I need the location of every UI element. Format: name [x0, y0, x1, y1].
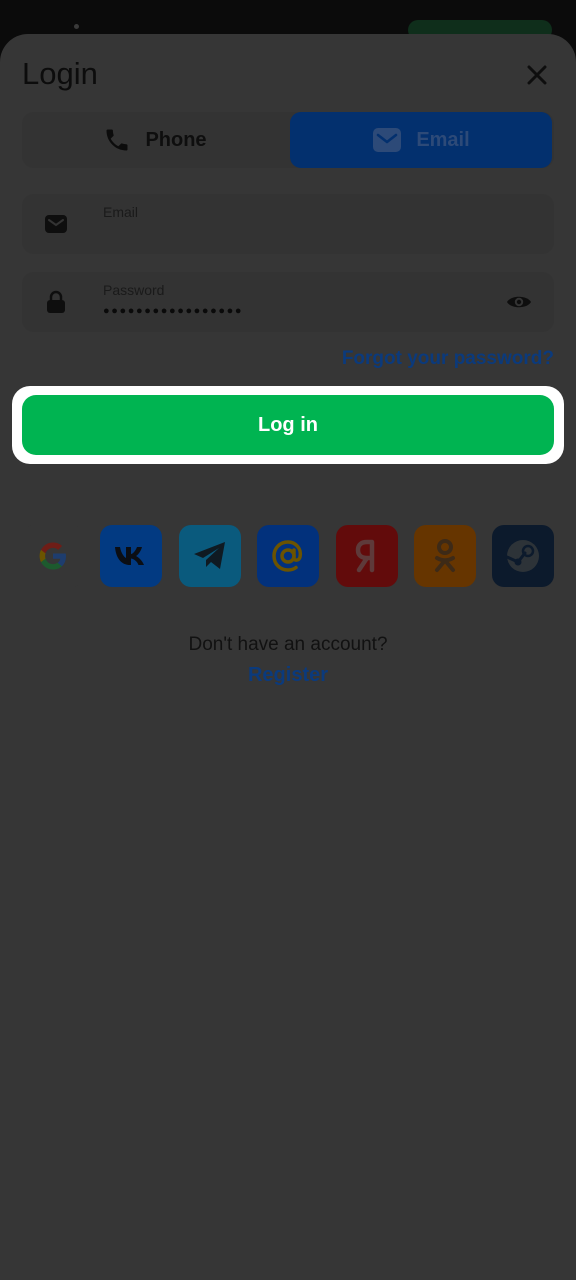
close-button[interactable] — [520, 58, 554, 92]
mailru-at-icon — [272, 540, 303, 572]
forgot-password-link[interactable]: Forgot your password? — [342, 348, 554, 370]
password-field[interactable]: Password ●●●●●●●●●●●●●●●●● — [22, 272, 554, 332]
lock-icon — [44, 290, 68, 314]
telegram-login-button[interactable] — [179, 525, 241, 587]
steam-login-button[interactable] — [492, 525, 554, 587]
close-icon — [527, 65, 547, 85]
yandex-login-button[interactable] — [336, 525, 398, 587]
social-login-row — [22, 525, 554, 587]
phone-icon — [106, 129, 128, 151]
vk-icon — [115, 547, 144, 565]
odnoklassniki-icon — [435, 539, 455, 572]
register-link[interactable]: Register — [0, 664, 576, 687]
tab-email[interactable]: Email — [290, 112, 552, 168]
odnoklassniki-login-button[interactable] — [414, 525, 476, 587]
eye-icon — [507, 296, 531, 308]
mail-icon — [373, 128, 402, 152]
yandex-icon — [355, 539, 375, 573]
vk-login-button[interactable] — [100, 525, 162, 587]
tab-email-label: Email — [416, 128, 470, 151]
login-button-highlight: Log in — [12, 386, 564, 464]
google-icon — [39, 542, 66, 570]
login-button[interactable]: Log in — [22, 395, 554, 455]
password-input[interactable]: ●●●●●●●●●●●●●●●●● — [103, 305, 243, 317]
steam-icon — [505, 540, 539, 572]
no-account-text: Don't have an account? — [188, 634, 388, 655]
show-password-button[interactable] — [506, 290, 532, 314]
login-sheet: Login Phone Email Email Password ●●●●●●●… — [0, 34, 576, 1280]
mail-icon — [44, 212, 68, 236]
page-title: Login — [22, 56, 98, 91]
email-field-label: Email — [103, 204, 139, 220]
background-status-dot — [74, 24, 79, 29]
login-method-tabs: Phone Email — [22, 112, 554, 168]
email-field[interactable]: Email — [22, 194, 554, 254]
tab-phone-label: Phone — [145, 128, 207, 151]
mailru-login-button[interactable] — [257, 525, 319, 587]
tab-phone[interactable]: Phone — [22, 112, 288, 168]
google-login-button[interactable] — [22, 525, 84, 587]
telegram-icon — [194, 542, 225, 569]
email-input[interactable] — [103, 224, 527, 246]
password-field-label: Password — [103, 282, 165, 298]
